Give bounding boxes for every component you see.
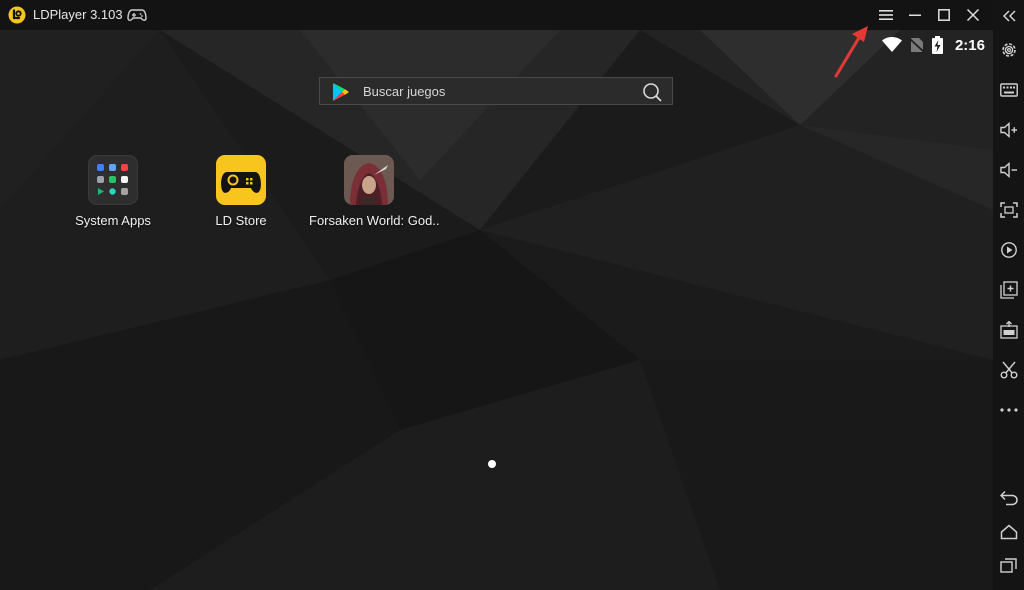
install-apk-button[interactable] bbox=[996, 317, 1022, 343]
keyboard-mapping-button[interactable] bbox=[996, 77, 1022, 103]
double-chevron-left-icon bbox=[1002, 10, 1016, 22]
google-play-icon bbox=[333, 83, 349, 101]
record-button[interactable] bbox=[996, 237, 1022, 263]
forsaken-world-icon bbox=[344, 155, 394, 205]
more-dots-icon bbox=[1000, 408, 1018, 412]
scissors-icon bbox=[1000, 361, 1018, 379]
keyboard-icon bbox=[1000, 83, 1018, 97]
wallpaper bbox=[0, 30, 993, 590]
right-toolbar bbox=[993, 0, 1024, 590]
collapse-toolbar-button[interactable] bbox=[996, 3, 1022, 29]
search-placeholder: Buscar juegos bbox=[363, 84, 446, 99]
volume-up-button[interactable] bbox=[996, 117, 1022, 143]
screen-capture-icon bbox=[1000, 202, 1018, 218]
app-forsaken-world[interactable]: Forsaken World: God.. bbox=[309, 155, 440, 228]
app-ld-store[interactable]: LD Store bbox=[181, 155, 301, 228]
settings-button[interactable] bbox=[996, 37, 1022, 63]
maximize-icon bbox=[938, 9, 950, 21]
hamburger-menu-icon bbox=[879, 10, 893, 20]
back-arrow-icon bbox=[1000, 490, 1018, 506]
page-indicator-dot bbox=[488, 460, 496, 468]
screenshot-button[interactable] bbox=[996, 197, 1022, 223]
volume-down-button[interactable] bbox=[996, 157, 1022, 183]
scissors-button[interactable] bbox=[996, 357, 1022, 383]
gear-icon bbox=[1002, 43, 1016, 57]
menu-button[interactable] bbox=[875, 4, 897, 26]
ldplayer-logo-icon bbox=[8, 6, 26, 24]
volume-up-icon bbox=[1000, 122, 1017, 138]
search-icon[interactable] bbox=[642, 82, 662, 102]
minimize-button[interactable] bbox=[904, 4, 926, 26]
app-label: System Apps bbox=[75, 213, 151, 228]
record-video-icon bbox=[1001, 242, 1017, 258]
ld-store-icon bbox=[216, 155, 266, 205]
maximize-button[interactable] bbox=[933, 4, 955, 26]
status-clock: 2:16 bbox=[954, 36, 985, 54]
app-label: Forsaken World: God.. bbox=[309, 213, 440, 228]
home-icon bbox=[1000, 524, 1018, 540]
battery-charging-icon bbox=[931, 36, 943, 54]
wifi-icon bbox=[881, 37, 902, 52]
game-search-bar[interactable]: Buscar juegos bbox=[319, 77, 673, 105]
gamepad-icon[interactable] bbox=[127, 7, 147, 23]
app-system-apps[interactable]: System Apps bbox=[53, 155, 173, 228]
apk-install-icon bbox=[1000, 321, 1018, 339]
android-screen[interactable]: 2:16 Buscar juegos System Apps LD Store … bbox=[0, 30, 993, 590]
system-apps-folder-icon bbox=[88, 155, 138, 205]
add-window-icon bbox=[1000, 281, 1018, 299]
status-bar: 2:16 bbox=[881, 35, 985, 55]
minimize-icon bbox=[909, 14, 921, 16]
close-icon bbox=[967, 9, 979, 21]
ldplayer-window: LDPlayer 3.103 2:16 Buscar juegos System… bbox=[0, 0, 1024, 590]
more-options-button[interactable] bbox=[996, 397, 1022, 423]
window-title: LDPlayer 3.103 bbox=[33, 7, 123, 22]
close-button[interactable] bbox=[962, 4, 984, 26]
annotation-arrow-icon bbox=[834, 26, 868, 78]
volume-down-icon bbox=[1000, 162, 1017, 178]
app-label: LD Store bbox=[215, 213, 267, 228]
recent-apps-icon bbox=[1000, 558, 1017, 573]
home-button[interactable] bbox=[996, 519, 1022, 545]
no-sim-icon bbox=[909, 38, 924, 53]
multi-instance-button[interactable] bbox=[996, 277, 1022, 303]
back-button[interactable] bbox=[996, 485, 1022, 511]
recent-apps-button[interactable] bbox=[996, 552, 1022, 578]
